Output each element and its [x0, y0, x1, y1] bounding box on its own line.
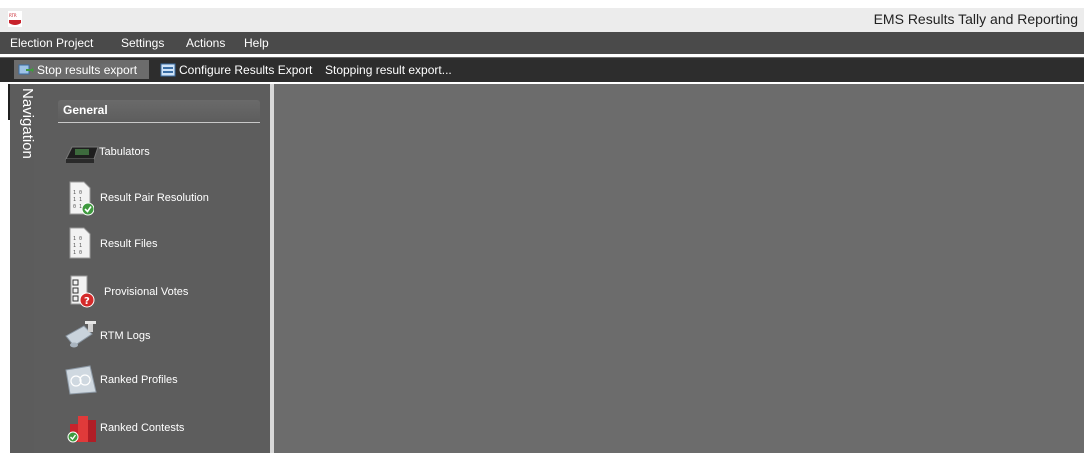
svg-text:1 0: 1 0	[73, 250, 82, 256]
svg-text:0 1: 0 1	[73, 204, 82, 210]
nav-item-ranked-contests[interactable]: Ranked Contests	[64, 410, 254, 446]
nav-label-ranked-contests: Ranked Contests	[100, 422, 185, 434]
export-status-text: Stopping result export...	[325, 63, 452, 77]
ranked-profiles-icon	[65, 365, 97, 395]
stop-results-export-button[interactable]: Stop results export	[14, 60, 149, 79]
toolbar: Stop results export Configure Results Ex…	[0, 57, 1084, 82]
nav-item-tabulators[interactable]: Tabulators	[64, 136, 254, 170]
nav-label-ranked-profiles: Ranked Profiles	[100, 374, 178, 386]
menu-bar: Election Project Settings Actions Help	[0, 32, 1084, 54]
ranked-contests-icon	[67, 416, 96, 443]
nav-label-provisional-votes: Provisional Votes	[104, 286, 189, 298]
tabulator-icon	[65, 146, 99, 163]
svg-text:RTR: RTR	[9, 13, 17, 18]
nav-label-result-files: Result Files	[100, 238, 158, 250]
nav-label-result-pair-resolution: Result Pair Resolution	[100, 192, 209, 204]
configure-export-label: Configure Results Export	[179, 62, 313, 77]
stop-export-icon	[18, 64, 34, 74]
rtm-logs-icon	[65, 321, 96, 348]
nav-item-result-pair-resolution[interactable]: 1 0 1 1 0 1 Result Pair Resolution	[64, 180, 254, 218]
svg-text:1 1: 1 1	[73, 243, 82, 249]
configure-export-icon	[160, 63, 176, 76]
window-title: EMS Results Tally and Reporting	[873, 11, 1078, 27]
menu-actions[interactable]: Actions	[186, 36, 225, 50]
rtm-logo-icon: RTR	[8, 11, 22, 27]
result-files-icon: 1 0 1 1 1 0	[69, 227, 91, 259]
group-title: General	[63, 103, 108, 117]
configure-results-export-button[interactable]: Configure Results Export	[160, 60, 312, 79]
result-pair-resolution-icon: 1 0 1 1 0 1	[69, 181, 94, 216]
nav-item-ranked-profiles[interactable]: Ranked Profiles	[64, 364, 254, 398]
nav-label-tabulators: Tabulators	[99, 146, 150, 158]
svg-text:?: ?	[84, 296, 90, 307]
menu-settings[interactable]: Settings	[121, 36, 164, 50]
nav-label-rtm-logs: RTM Logs	[100, 330, 151, 342]
general-group-header[interactable]: General	[58, 100, 260, 123]
nav-item-provisional-votes[interactable]: ? Provisional Votes	[64, 272, 254, 310]
navigation-panel: General Tabulators 1 0 1 1 0 1 Result Pa…	[34, 84, 270, 453]
provisional-votes-icon: ?	[70, 275, 95, 308]
nav-item-rtm-logs[interactable]: RTM Logs	[64, 320, 254, 354]
svg-text:1 0: 1 0	[73, 236, 82, 242]
menu-election-project[interactable]: Election Project	[10, 36, 93, 50]
title-bar: RTR EMS Results Tally and Reporting	[0, 8, 1084, 32]
main-content-area	[274, 84, 1084, 453]
svg-text:1 0: 1 0	[73, 190, 82, 196]
menu-help[interactable]: Help	[244, 36, 269, 50]
stop-export-label: Stop results export	[37, 62, 138, 77]
svg-text:1 1: 1 1	[73, 197, 82, 203]
nav-item-result-files[interactable]: 1 0 1 1 1 0 Result Files	[64, 226, 254, 262]
navigation-tab-accent	[8, 84, 10, 120]
